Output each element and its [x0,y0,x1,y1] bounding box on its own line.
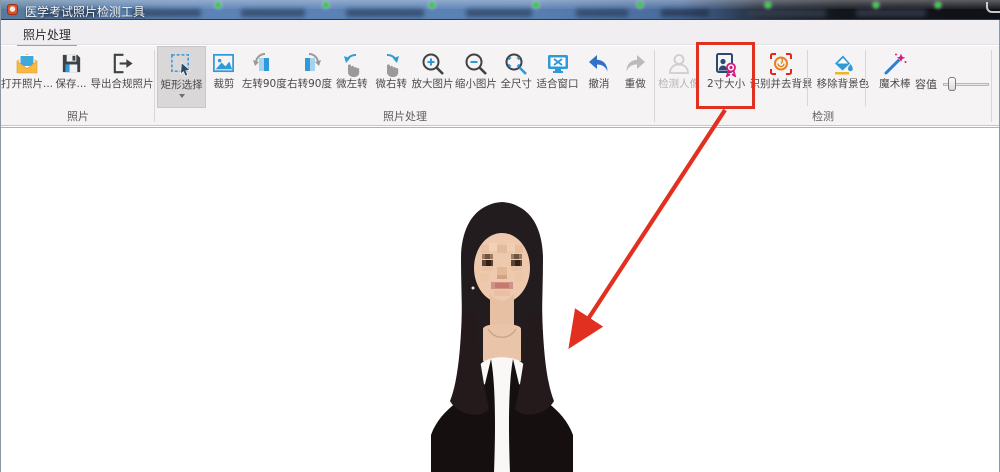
nudge-left-label: 微左转 [336,79,368,91]
undo-icon [585,50,612,77]
export-compliant-photo-button[interactable]: 导出合规照片 [91,46,153,108]
full-size-label: 全尺寸 [500,79,532,91]
desktop-blur-artifact [346,9,424,17]
zoom-out-icon [462,50,489,77]
save-icon [58,50,85,77]
titlebar-gloss [1,0,1000,9]
recognize-remove-bg-icon [768,50,795,77]
tolerance-slider-thumb[interactable] [948,77,956,91]
ribbon-tab-row: 照片处理 [1,20,999,45]
tolerance-slider[interactable] [943,77,989,91]
rect-select-icon [168,51,195,78]
highlight-box-annotation [696,42,755,109]
crop-image-icon [210,50,237,77]
desktop-status-dot [215,2,221,8]
detect-portrait-icon [666,50,693,77]
rotate-right-icon [296,50,323,77]
desktop-blur-artifact [746,9,826,17]
desktop-blur-artifact [576,9,628,17]
magic-wand-button[interactable]: 魔术棒 [875,46,915,108]
button-separator [865,50,866,106]
remove-bg-color-label: 移除背景色 [817,79,870,91]
ribbon-group-photo: 打开照片... 保存... 导出合规照片 照片 [3,46,153,126]
open-photo-button[interactable]: 打开照片... [3,46,51,108]
full-size-button[interactable]: 全尺寸 [498,46,535,108]
export-label: 导出合规照片 [91,79,154,91]
paint-bucket-icon [829,50,856,77]
rotate-left-icon [251,50,278,77]
magic-wand-icon [881,50,908,77]
detect-portrait-button[interactable]: 检测人像 [657,46,701,108]
open-photo-icon [14,50,41,77]
app-window: 医学考试照片检测工具 照片处理 打开照片... 保存... [0,0,1000,472]
nudge-right-label: 微右转 [375,79,407,91]
redo-button[interactable]: 重做 [618,46,653,108]
ribbon-toolbar: 打开照片... 保存... 导出合规照片 照片 [1,46,999,126]
desktop-status-dot [533,2,539,8]
group-label-detect: 检测 [657,108,989,124]
desktop-status-dot [323,2,329,8]
desktop-status-dot [637,2,643,8]
desktop-blur-artifact [856,9,926,17]
hand-rotate-left-icon [338,50,365,77]
detect-portrait-label: 检测人像 [658,79,700,91]
window-title: 医学考试照片检测工具 [25,3,145,20]
redo-label: 重做 [625,79,646,91]
magic-wand-label: 魔术棒 [879,79,911,91]
photo-canvas[interactable] [1,127,999,472]
desktop-status-dot [765,2,771,8]
zoom-in-icon [419,50,446,77]
save-button[interactable]: 保存... [51,46,91,108]
full-size-icon [503,50,530,77]
ribbon-group-processing: 矩形选择 裁剪 左转90度 [157,46,653,126]
desktop-status-dot [429,2,435,8]
zoom-in-label: 放大图片 [412,79,454,91]
fit-window-label: 适合窗口 [537,79,579,91]
recognize-remove-bg-button[interactable]: 识别并去背景 [751,46,811,108]
remove-bg-color-button[interactable]: 移除背景色 [815,46,871,108]
nudge-rotate-left-button[interactable]: 微左转 [332,46,371,108]
desktop-blur-artifact [661,9,709,17]
nudge-rotate-right-button[interactable]: 微右转 [372,46,411,108]
rect-select-button[interactable]: 矩形选择 [157,46,206,108]
open-photo-label: 打开照片... [1,79,53,91]
portrait-photo[interactable] [425,191,579,472]
zoom-in-button[interactable]: 放大图片 [411,46,454,108]
dropdown-arrow-icon[interactable] [179,94,185,98]
undo-button[interactable]: 撤消 [580,46,617,108]
crop-label: 裁剪 [213,79,234,91]
button-separator [807,50,808,106]
group-separator [654,50,655,122]
tab-photo-processing[interactable]: 照片处理 [17,23,77,47]
window-corner-artifact [986,2,1000,13]
zoom-out-button[interactable]: 缩小图片 [454,46,497,108]
tolerance-control: 容值 [915,46,989,108]
desktop-blur-artifact [241,9,305,17]
desktop-status-dot [873,2,879,8]
tolerance-label: 容值 [915,76,937,92]
hand-rotate-right-icon [378,50,405,77]
save-label: 保存... [55,79,86,91]
export-icon [109,50,136,77]
rotate-right-label: 右转90度 [287,79,332,91]
rotate-left-label: 左转90度 [242,79,287,91]
fit-window-button[interactable]: 适合窗口 [535,46,580,108]
group-separator [991,50,992,122]
fit-window-icon [544,50,571,77]
group-separator [154,50,155,122]
crop-button[interactable]: 裁剪 [206,46,241,108]
app-icon [7,4,18,15]
title-bar: 医学考试照片检测工具 [1,0,1000,20]
rotate-left-90-button[interactable]: 左转90度 [242,46,287,108]
desktop-status-dot [935,2,941,8]
recognize-remove-bg-label: 识别并去背景 [750,79,813,91]
rotate-right-90-button[interactable]: 右转90度 [287,46,332,108]
undo-label: 撤消 [588,79,609,91]
group-label-processing: 照片处理 [157,108,653,124]
rect-select-label: 矩形选择 [161,80,203,92]
redo-icon [622,50,649,77]
zoom-out-label: 缩小图片 [455,79,497,91]
group-label-photo: 照片 [3,108,153,124]
desktop-blur-artifact [466,9,532,17]
